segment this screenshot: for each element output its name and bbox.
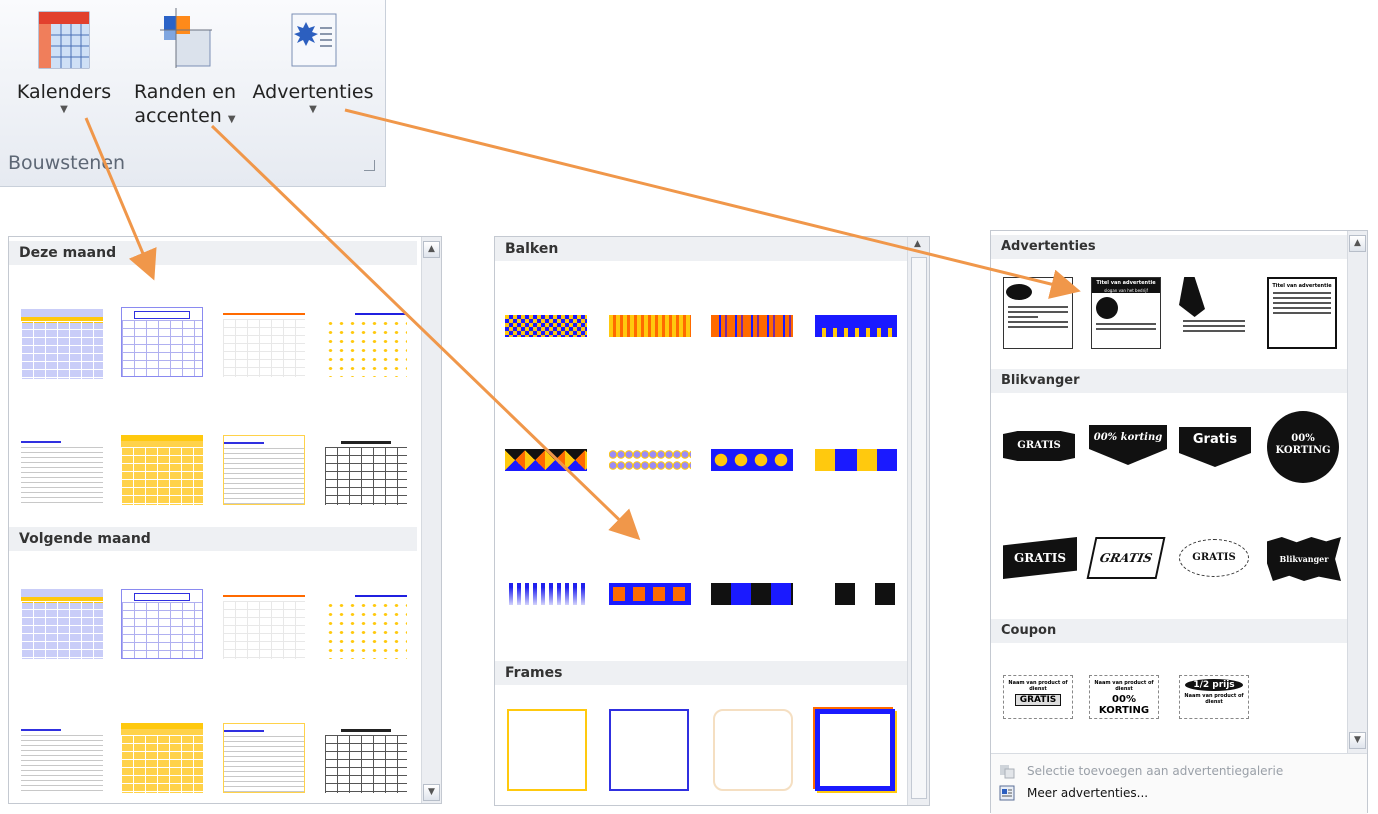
more-ads-icon [999,785,1015,801]
calendar-thumbnail[interactable] [21,589,103,659]
scroll-up-icon[interactable]: ▲ [1349,235,1366,252]
calendar-thumbnail[interactable] [223,307,305,377]
calendars-button[interactable]: Kalenders ▼ [14,6,114,115]
scroll-up-icon[interactable]: ▲ [909,237,926,254]
bar-thumbnail[interactable] [815,583,897,605]
section-header-eye-catcher: Blikvanger [991,369,1347,393]
section-header-this-month: Deze maand [9,241,417,265]
eye-catcher-thumbnail[interactable]: 00% korting [1089,425,1167,465]
calendar-thumbnail[interactable] [21,435,103,505]
frame-thumbnail[interactable] [815,709,895,791]
calendars-label: Kalenders [16,81,112,103]
chevron-down-icon: ▼ [60,104,68,115]
vertical-scrollbar[interactable]: ▲ ▼ [421,237,441,803]
calendar-thumbnail[interactable] [121,435,203,505]
calendar-thumbnail[interactable] [121,589,203,659]
coupon-thumbnail[interactable]: 1/2 prijs Naam van product of dienst [1179,675,1249,719]
scroll-down-icon[interactable]: ▼ [1349,732,1366,749]
group-label: Bouwstenen [8,152,126,174]
calendar-thumbnail[interactable] [325,723,407,793]
bar-thumbnail[interactable] [711,583,793,605]
advertisement-thumbnail[interactable]: Titel van advertentie [1267,277,1337,349]
advertisement-icon [284,6,342,72]
borders-accents-icon [156,6,214,72]
borders-accents-label-line2: accenten ▼ [134,105,236,127]
calendar-thumbnail[interactable] [223,589,305,659]
eye-catcher-thumbnail[interactable]: GRATIS [1003,431,1075,461]
eye-catcher-thumbnail[interactable]: Blikvanger [1267,537,1341,581]
coupon-thumbnail[interactable]: Naam van product of dienst GRATIS [1003,675,1073,719]
eye-catcher-thumbnail[interactable]: GRATIS [1086,537,1166,579]
scroll-up-icon[interactable]: ▲ [423,241,440,258]
frame-thumbnail[interactable] [609,709,689,791]
bar-thumbnail[interactable] [505,315,587,337]
bar-thumbnail[interactable] [711,315,793,337]
section-header-coupon: Coupon [991,619,1347,643]
vertical-scrollbar[interactable]: ▲ ▼ [1347,231,1367,753]
coupon-thumbnail[interactable]: Naam van product of dienst 00% KORTING [1089,675,1159,719]
bar-thumbnail[interactable] [505,583,587,605]
frame-thumbnail[interactable] [713,709,793,791]
calendar-thumbnail[interactable] [121,723,203,793]
add-to-gallery-icon [999,763,1015,779]
advertisement-thumbnail[interactable]: Titel van advertentie slogan van het bed… [1091,277,1161,349]
borders-accents-label-line1: Randen en [133,81,237,103]
advertisement-thumbnail[interactable] [1003,277,1073,349]
calendar-thumbnail[interactable] [121,307,203,377]
calendar-thumbnail[interactable] [325,435,407,505]
frame-thumbnail[interactable] [507,709,587,791]
bar-thumbnail[interactable] [505,449,587,471]
bar-thumbnail[interactable] [609,449,691,471]
add-selection-to-gallery-menu-item[interactable]: Selectie toevoegen aan advertentiegaleri… [991,760,1367,782]
advertisements-gallery: Advertenties Blikvanger Coupon Titel van… [990,230,1368,814]
eye-catcher-thumbnail[interactable]: Gratis [1179,427,1251,467]
section-header-frames: Frames [495,661,909,685]
calendar-icon [35,6,93,72]
chevron-down-icon: ▼ [227,114,236,125]
advertisements-button[interactable]: Advertenties ▼ [250,6,376,115]
borders-accents-gallery: Balken Frames ▲ [494,236,930,806]
more-advertisements-menu-item[interactable]: Meer advertenties... [991,782,1367,804]
bar-thumbnail[interactable] [815,315,897,337]
bar-thumbnail[interactable] [711,449,793,471]
calendar-thumbnail[interactable] [325,307,407,377]
advertisements-label: Advertenties [252,81,374,103]
calendar-thumbnail[interactable] [223,435,305,505]
borders-accents-button[interactable]: Randen en accenten ▼ [126,6,244,132]
bar-thumbnail[interactable] [609,315,691,337]
dialog-launcher-icon[interactable] [364,160,375,171]
chevron-down-icon: ▼ [309,104,317,115]
eye-catcher-thumbnail[interactable]: GRATIS [1179,539,1249,577]
bar-thumbnail[interactable] [609,583,691,605]
gallery-menu: Selectie toevoegen aan advertentiegaleri… [991,753,1367,814]
calendar-thumbnail[interactable] [325,589,407,659]
ribbon-group-building-blocks: Kalenders ▼ Randen en accenten ▼ Adverte… [0,0,386,187]
eye-catcher-thumbnail[interactable]: 00% KORTING [1267,411,1339,483]
eye-catcher-thumbnail[interactable]: GRATIS [1003,537,1077,579]
section-header-advertisements: Advertenties [991,235,1347,259]
section-header-bars: Balken [495,237,909,261]
calendar-thumbnail[interactable] [21,309,103,379]
advertisement-thumbnail[interactable] [1179,277,1249,349]
scrollbar-thumb[interactable] [911,257,927,799]
bar-thumbnail[interactable] [815,449,897,471]
section-header-next-month: Volgende maand [9,527,417,551]
calendars-gallery: Deze maand Volgende maand ▲ ▼ [8,236,442,804]
vertical-scrollbar[interactable]: ▲ [907,237,929,805]
calendar-thumbnail[interactable] [21,723,103,793]
scroll-down-icon[interactable]: ▼ [423,784,440,801]
calendar-thumbnail[interactable] [223,723,305,793]
